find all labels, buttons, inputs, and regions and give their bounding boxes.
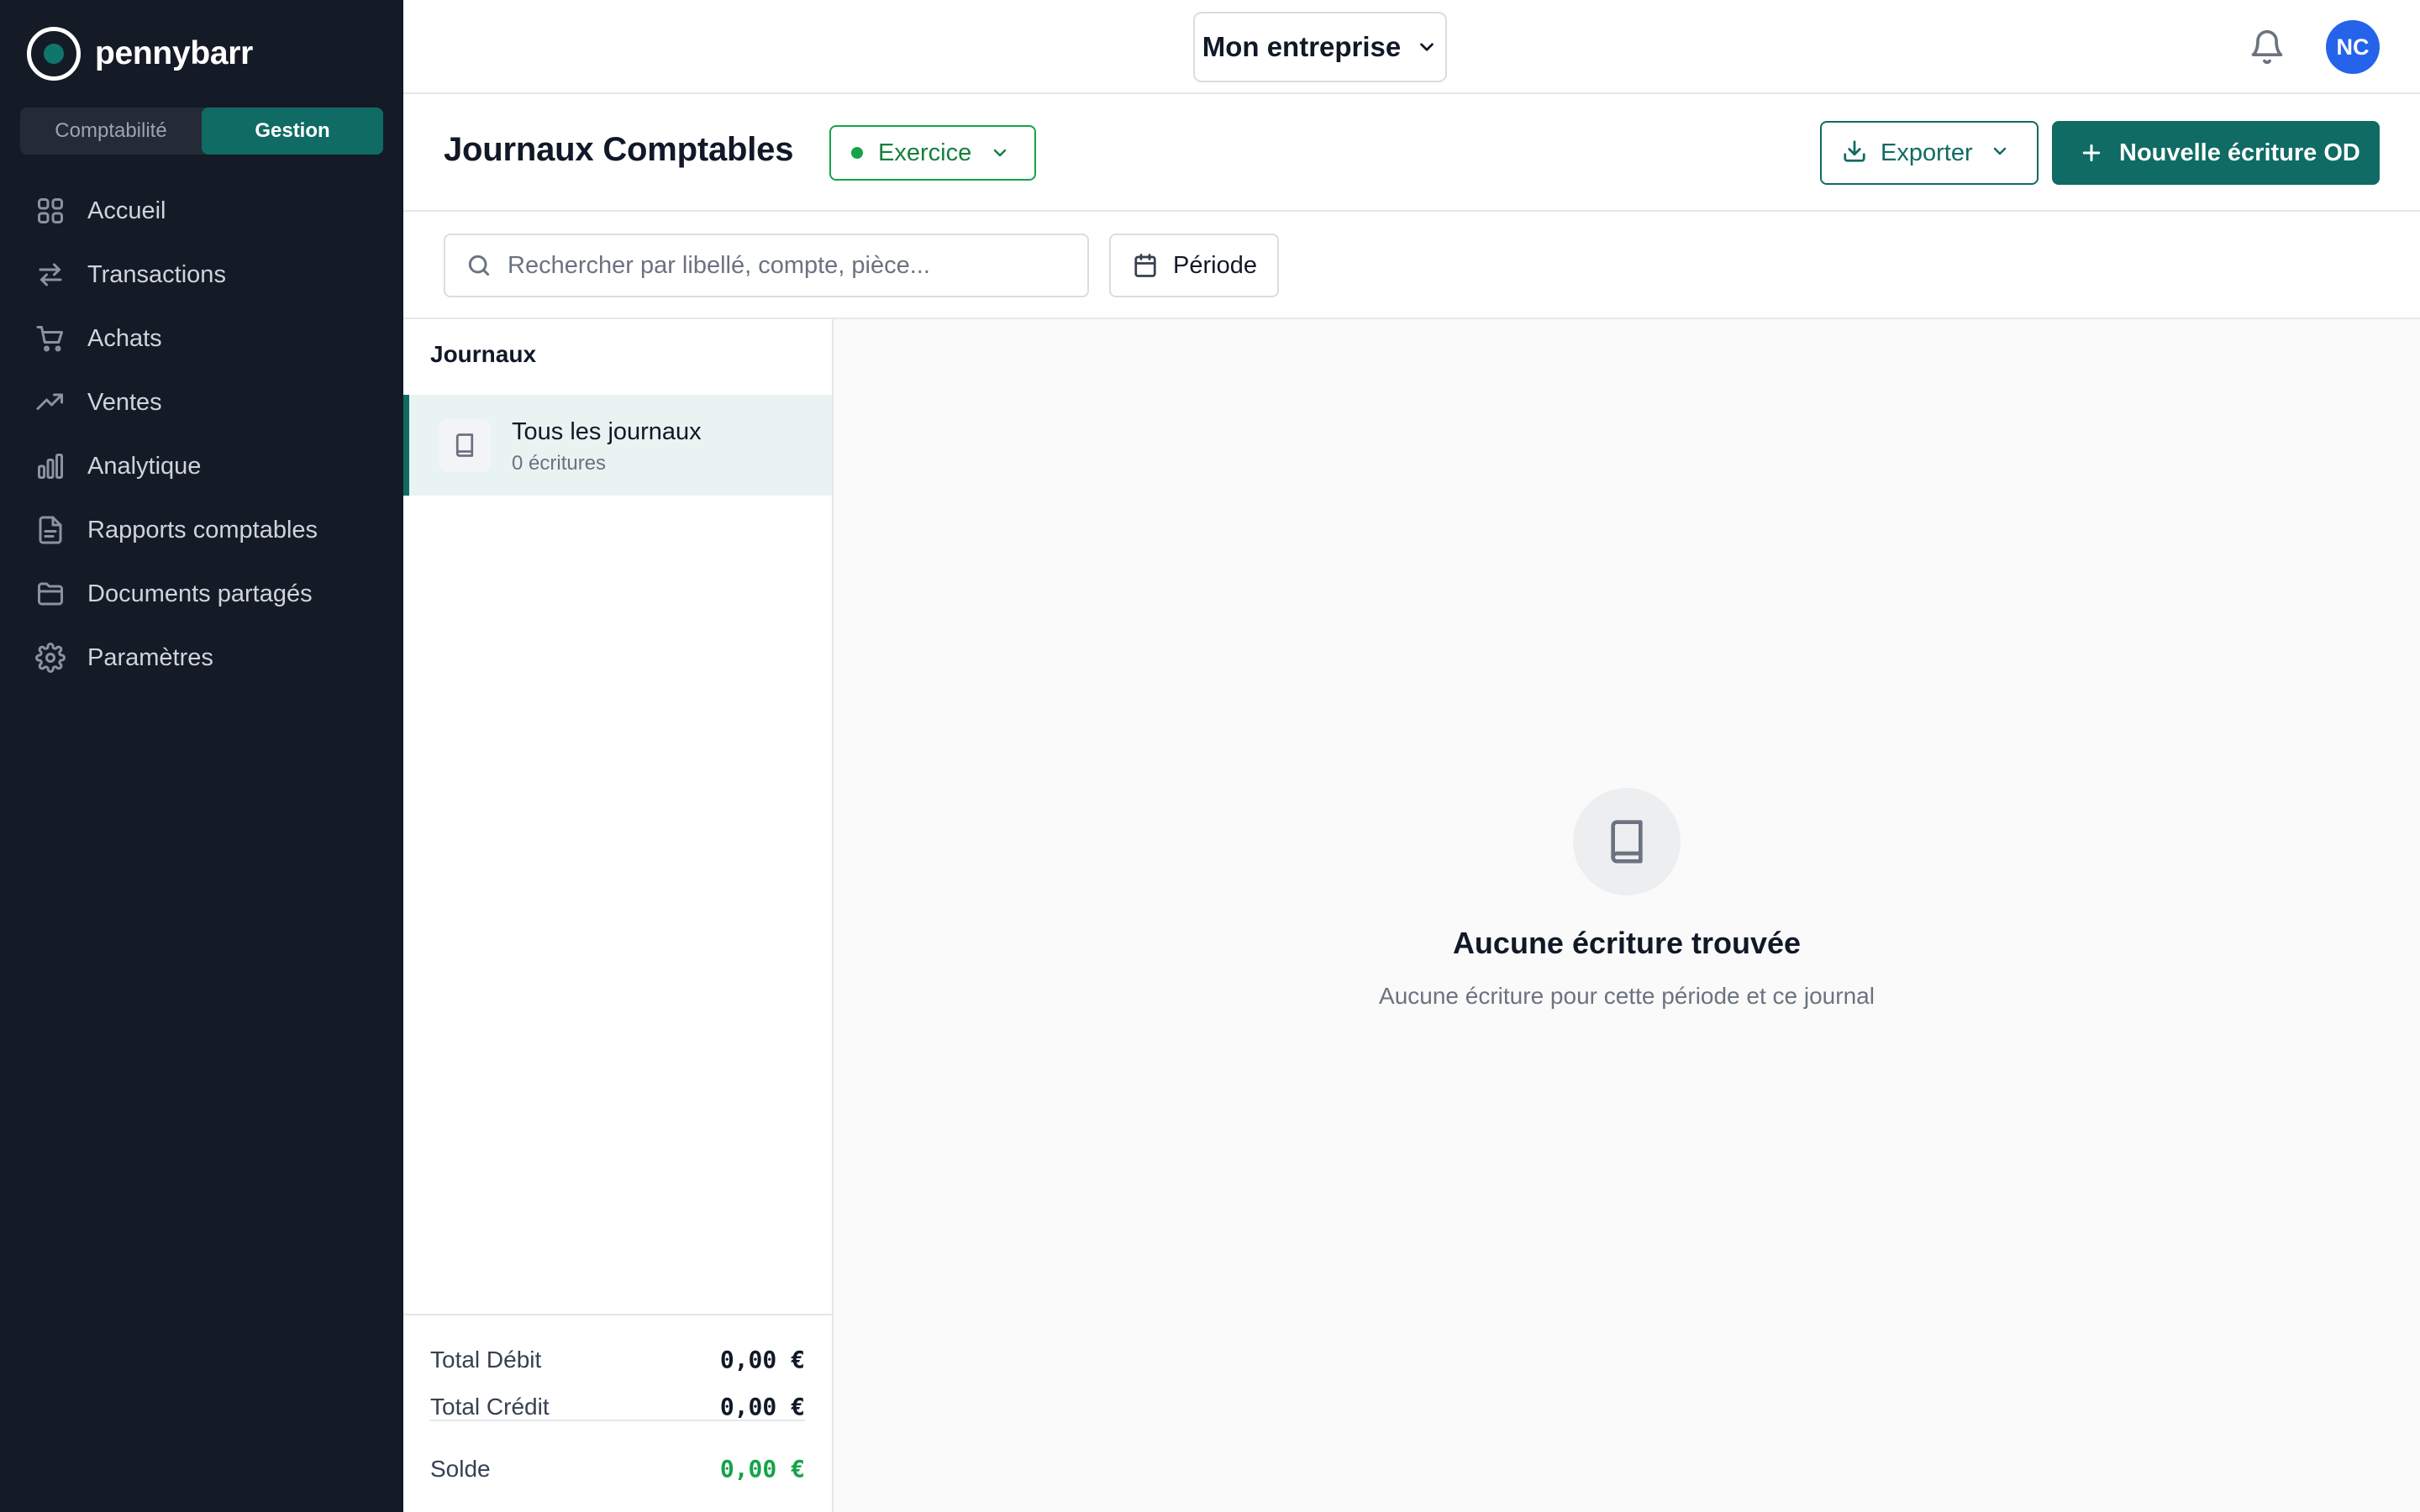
calendar-icon — [1134, 254, 1156, 277]
status-dot-icon — [851, 147, 863, 159]
period-label: Période — [1173, 251, 1257, 279]
search-box — [444, 234, 1089, 297]
gear-icon — [35, 643, 66, 673]
search-icon — [468, 255, 490, 276]
sidebar-item-parametres[interactable]: Paramètres — [0, 626, 403, 690]
notifications-button[interactable] — [2249, 29, 2286, 66]
chevron-down-icon — [1420, 43, 1434, 51]
total-credit-row: Total Crédit 0,00 € — [430, 1393, 805, 1420]
total-debit-label: Total Débit — [430, 1346, 542, 1373]
sidebar: pennybarr Comptabilité Gestion Accueil T… — [0, 0, 403, 1512]
entries-empty-state: Aucune écriture trouvée Aucune écriture … — [834, 319, 2420, 1512]
divider — [430, 1420, 805, 1421]
sidebar-item-documents[interactable]: Documents partagés — [0, 562, 403, 626]
sidebar-item-label: Ventes — [87, 388, 162, 416]
sidebar-item-label: Achats — [87, 324, 162, 352]
filter-bar: Période — [403, 212, 2420, 319]
total-debit-value: 0,00 € — [719, 1346, 805, 1373]
folder-icon — [38, 582, 63, 606]
mode-gestion-button[interactable]: Gestion — [202, 108, 383, 155]
sidebar-nav: Accueil Transactions Achats Ventes Analy… — [0, 179, 403, 690]
sidebar-item-label: Documents partagés — [87, 580, 313, 607]
company-name: Mon entreprise — [1202, 31, 1402, 62]
journal-count: 0 écritures — [512, 452, 607, 475]
book-icon — [438, 418, 492, 472]
new-entry-label: Nouvelle écriture OD — [2119, 139, 2360, 166]
page-title: Journaux Comptables — [444, 131, 794, 168]
exercice-selector[interactable]: Exercice — [829, 125, 1036, 181]
exercice-label: Exercice — [878, 139, 972, 166]
sidebar-item-ventes[interactable]: Ventes — [0, 370, 403, 434]
sidebar-item-label: Accueil — [87, 197, 166, 224]
avatar[interactable]: NC — [2326, 20, 2380, 74]
company-selector[interactable]: Mon entreprise — [1193, 12, 1447, 82]
total-credit-label: Total Crédit — [430, 1393, 550, 1420]
journal-name: Tous les journaux — [512, 418, 702, 445]
sidebar-item-label: Paramètres — [87, 643, 213, 671]
bar-chart-icon — [38, 454, 63, 479]
arrows-left-right-icon — [39, 263, 62, 286]
sidebar-item-label: Rapports comptables — [87, 516, 318, 543]
total-debit-row: Total Débit 0,00 € — [430, 1346, 805, 1373]
totals-summary: Total Débit 0,00 € Total Crédit 0,00 € S… — [403, 1314, 832, 1512]
sidebar-item-rapports[interactable]: Rapports comptables — [0, 498, 403, 562]
search-input[interactable] — [508, 251, 1079, 280]
mode-switch: Comptabilité Gestion — [20, 108, 383, 155]
cart-icon — [36, 326, 63, 352]
total-credit-value: 0,00 € — [719, 1393, 805, 1420]
sidebar-item-transactions[interactable]: Transactions — [0, 243, 403, 307]
brand-name: pennybarr — [95, 35, 254, 71]
page-header: Journaux Comptables Exercice Exporter No… — [403, 94, 2420, 212]
trending-up-icon — [36, 393, 63, 410]
balance-value: 0,00 € — [719, 1455, 805, 1483]
chevron-down-icon — [993, 149, 1007, 157]
mode-comptabilite-button[interactable]: Comptabilité — [20, 108, 202, 155]
empty-state-subtitle: Aucune écriture pour cette période et ce… — [1379, 983, 1875, 1009]
sidebar-item-label: Transactions — [87, 260, 226, 288]
period-button[interactable]: Période — [1109, 234, 1279, 297]
plus-icon — [2082, 144, 2101, 162]
journals-heading: Journaux — [430, 341, 537, 367]
balance-row: Solde 0,00 € — [430, 1455, 805, 1483]
new-entry-button[interactable]: Nouvelle écriture OD — [2052, 121, 2380, 185]
brand[interactable]: pennybarr — [27, 26, 253, 81]
export-label: Exporter — [1881, 139, 1973, 166]
bell-icon — [2251, 29, 2283, 64]
topbar: Mon entreprise NC — [403, 0, 2420, 94]
sidebar-item-accueil[interactable]: Accueil — [0, 179, 403, 243]
grid-icon — [38, 198, 63, 223]
file-text-icon — [39, 516, 62, 544]
chevron-down-icon — [1993, 147, 2006, 155]
journal-item-all[interactable]: Tous les journaux 0 écritures — [403, 395, 832, 496]
empty-state-title: Aucune écriture trouvée — [1452, 926, 1802, 960]
download-icon — [1844, 139, 1865, 162]
sidebar-item-analytique[interactable]: Analytique — [0, 434, 403, 498]
sidebar-item-achats[interactable]: Achats — [0, 307, 403, 370]
book-icon — [1573, 788, 1681, 895]
sidebar-item-label: Analytique — [87, 452, 202, 480]
balance-label: Solde — [430, 1455, 491, 1482]
export-button[interactable]: Exporter — [1820, 121, 2039, 185]
journals-panel: Journaux Tous les journaux 0 écritures T… — [403, 319, 834, 1512]
brand-logo-icon — [27, 27, 81, 81]
